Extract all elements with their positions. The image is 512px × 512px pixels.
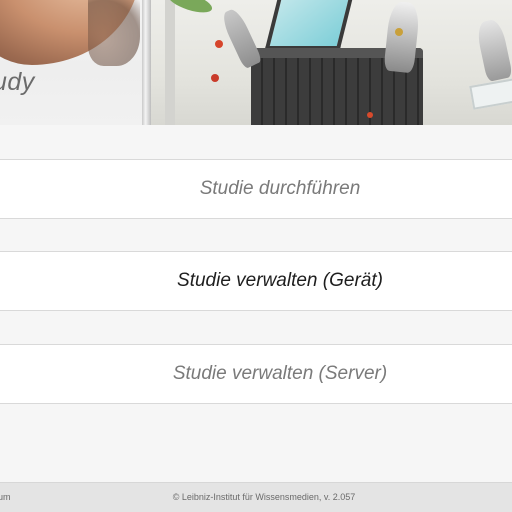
menu-item-manage-study-server[interactable]: Studie verwalten (Server) <box>0 344 512 404</box>
scene-object <box>211 74 219 82</box>
banner-illustration <box>151 0 512 125</box>
scene-object <box>367 112 373 118</box>
footer: um © Leibniz-Institut für Wissensmedien,… <box>0 482 512 512</box>
menu-item-manage-study-device[interactable]: Studie verwalten (Gerät) <box>0 251 512 311</box>
scene-object <box>215 40 223 48</box>
scene-object <box>395 28 403 36</box>
scene-figure <box>475 17 512 83</box>
menu-item-label: Studie verwalten (Server) <box>172 363 388 384</box>
app-title: udy <box>0 68 35 96</box>
menu-item-label: Studie durchführen <box>199 178 361 199</box>
scene-screen <box>264 0 353 50</box>
scene-pillar <box>165 0 175 125</box>
photo-shadow <box>88 0 140 66</box>
banner-divider <box>142 0 151 125</box>
header-banner: udy <box>0 0 512 125</box>
menu-item-label: Studie verwalten (Gerät) <box>177 270 383 291</box>
footer-copyright: © Leibniz-Institut für Wissensmedien, v.… <box>172 492 356 502</box>
menu-item-run-study[interactable]: Studie durchführen <box>0 159 512 219</box>
banner-portrait: udy <box>0 0 142 125</box>
scene-figure <box>219 6 263 70</box>
scene-panel <box>469 78 512 110</box>
